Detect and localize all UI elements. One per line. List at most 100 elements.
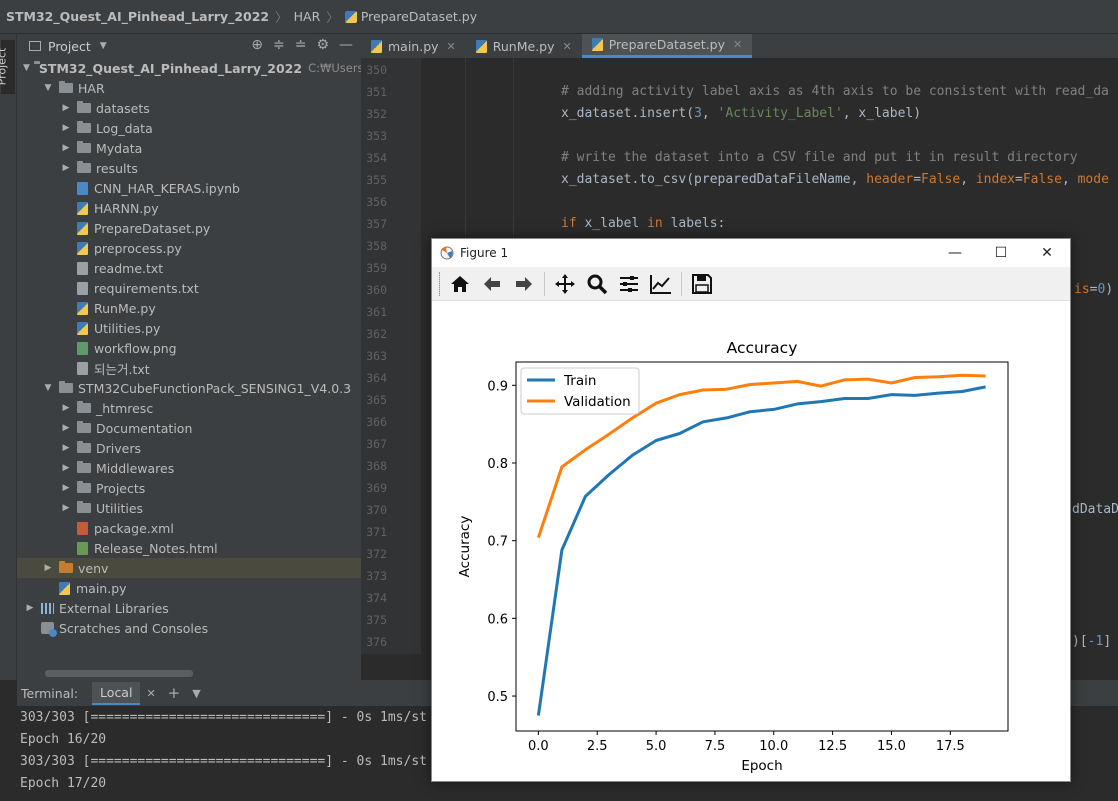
line-number: 356 [366,195,387,209]
chevron-right-icon[interactable]: ▶ [59,143,73,153]
back-arrow-icon[interactable] [479,271,505,297]
line-number: 367 [366,437,387,451]
chevron-right-icon[interactable]: ▶ [59,403,73,413]
line-number: 369 [366,481,387,495]
tree-item-file[interactable]: Utilities.py [17,318,361,338]
tree-item-root[interactable]: ▼ STM32_Quest_AI_Pinhead_Larry_2022 C:₩Us… [17,58,396,78]
tree-item-file[interactable]: Release_Notes.html [17,538,361,558]
chevron-down-icon[interactable]: ▼ [41,83,55,93]
tree-item-file[interactable]: HARNN.py [17,198,361,218]
tree-item-folder[interactable]: ▶ results [17,158,361,178]
chevron-right-icon[interactable]: ▶ [59,463,73,473]
chevron-down-icon[interactable]: ▼ [41,383,55,393]
chevron-down-icon[interactable]: ▼ [100,41,107,51]
line-number: 360 [366,283,387,297]
close-window-icon[interactable]: ✕ [1024,239,1070,267]
tree-item-file[interactable]: preprocess.py [17,238,361,258]
tree-item-file[interactable]: PrepareDataset.py [17,218,361,238]
horizontal-scrollbar[interactable] [45,670,193,677]
tree-item-external-libraries[interactable]: ▶ External Libraries [17,598,361,618]
forward-arrow-icon[interactable] [511,271,537,297]
tree-item-folder[interactable]: ▼ STM32CubeFunctionPack_SENSING1_V4.0.3 [17,378,361,398]
chevron-right-icon[interactable]: ▶ [59,123,73,133]
chevron-right-icon[interactable]: ▶ [41,563,55,573]
tree-item-file[interactable]: requirements.txt [17,278,361,298]
code-token: ] [1103,634,1112,649]
tree-item-folder[interactable]: ▶ Mydata [17,138,361,158]
maximize-window-icon[interactable]: ☐ [978,239,1024,267]
left-tool-strip: Project [0,34,17,680]
folder-icon [77,121,91,133]
tree-item-folder-selected[interactable]: ▶ venv [17,558,361,578]
plus-icon[interactable]: + [168,684,181,702]
line-number: 355 [366,173,387,187]
expand-all-icon[interactable]: ≑ [273,37,285,53]
pan-move-icon[interactable] [552,271,578,297]
figure-titlebar[interactable]: Figure 1 — ☐ ✕ [432,239,1070,267]
close-icon[interactable]: ✕ [447,40,456,53]
tab-label: PrepareDataset.py [608,37,726,52]
code-keyword-arg: header [866,172,914,187]
tree-item-folder[interactable]: ▶ Middlewares [17,458,361,478]
minimize-window-icon[interactable]: — [932,239,978,267]
project-tool-tab[interactable]: Project [0,40,15,94]
code-token: , [960,172,976,187]
chevron-right-icon[interactable]: ▶ [59,503,73,513]
tree-item-folder[interactable]: ▶ Utilities [17,498,361,518]
tree-item-folder[interactable]: ▶ Log_data [17,118,361,138]
close-icon[interactable]: ✕ [563,40,572,53]
tab-runme-py[interactable]: RunMe.py ✕ [466,34,582,58]
chevron-right-icon[interactable]: ▶ [59,443,73,453]
folder-icon [77,161,91,173]
line-number: 362 [366,327,387,341]
tree-item-file[interactable]: readme.txt [17,258,361,278]
edit-axis-icon[interactable] [648,271,674,297]
terminal-tab-local[interactable]: Local [92,681,141,705]
gear-icon[interactable]: ⚙ [316,37,329,53]
tree-item-label: Mydata [96,140,143,156]
tree-item-file[interactable]: workflow.png [17,338,361,358]
line-number: 366 [366,415,387,429]
breadcrumb-project[interactable]: STM32_Quest_AI_Pinhead_Larry_2022 [6,9,269,24]
tree-item-folder[interactable]: ▶ datasets [17,98,361,118]
tree-item-file[interactable]: package.xml [17,518,361,538]
project-panel-title[interactable]: Project [48,39,91,54]
tree-item-folder[interactable]: ▼ HAR [17,78,361,98]
chevron-right-icon[interactable]: ▶ [59,163,73,173]
locate-icon[interactable]: ⊕ [251,37,263,53]
tree-item-file[interactable]: 되는거.txt [17,358,361,378]
tree-item-folder[interactable]: ▶ _htmresc [17,398,361,418]
chevron-down-icon[interactable]: ▼ [23,63,30,73]
tab-preparedataset-py[interactable]: PrepareDataset.py ✕ [581,34,753,58]
tree-item-folder[interactable]: ▶ Projects [17,478,361,498]
tree-item-file[interactable]: RunMe.py [17,298,361,318]
zoom-magnifier-icon[interactable] [584,271,610,297]
close-icon[interactable]: ✕ [146,687,155,700]
chevron-right-icon[interactable]: ▶ [59,483,73,493]
tree-item-scratches[interactable]: Scratches and Consoles [17,618,361,638]
code-keyword: False [1022,172,1062,187]
tree-item-file[interactable]: main.py [17,578,361,598]
tree-item-label: STM32_Quest_AI_Pinhead_Larry_2022 [38,60,303,76]
configure-subplots-icon[interactable] [616,271,642,297]
chevron-right-icon[interactable]: ▶ [23,603,37,613]
close-icon[interactable]: ✕ [733,38,742,51]
tab-main-py[interactable]: main.py ✕ [361,34,466,58]
collapse-all-icon[interactable]: ≐ [295,37,307,53]
tree-item-folder[interactable]: ▶ Documentation [17,418,361,438]
chevron-right-icon[interactable]: ▶ [59,103,73,113]
code-keyword-arg: mode [1077,172,1109,187]
tree-item-file[interactable]: CNN_HAR_KERAS.ipynb [17,178,361,198]
chevron-down-icon[interactable]: ▼ [192,687,200,700]
code-comment: # write the dataset into a CSV file and … [561,150,1078,165]
tree-item-label: results [96,160,138,176]
minimize-icon[interactable]: — [339,37,353,53]
save-floppy-icon[interactable] [689,271,715,297]
tree-item-folder[interactable]: ▶ Drivers [17,438,361,458]
chevron-right-icon[interactable]: ▶ [59,423,73,433]
html-file-icon [77,541,88,555]
home-icon[interactable] [447,271,473,297]
breadcrumb-file[interactable]: PrepareDataset.py [361,9,477,24]
terminal-label: Terminal: [21,685,79,701]
breadcrumb-folder[interactable]: HAR [294,9,321,24]
